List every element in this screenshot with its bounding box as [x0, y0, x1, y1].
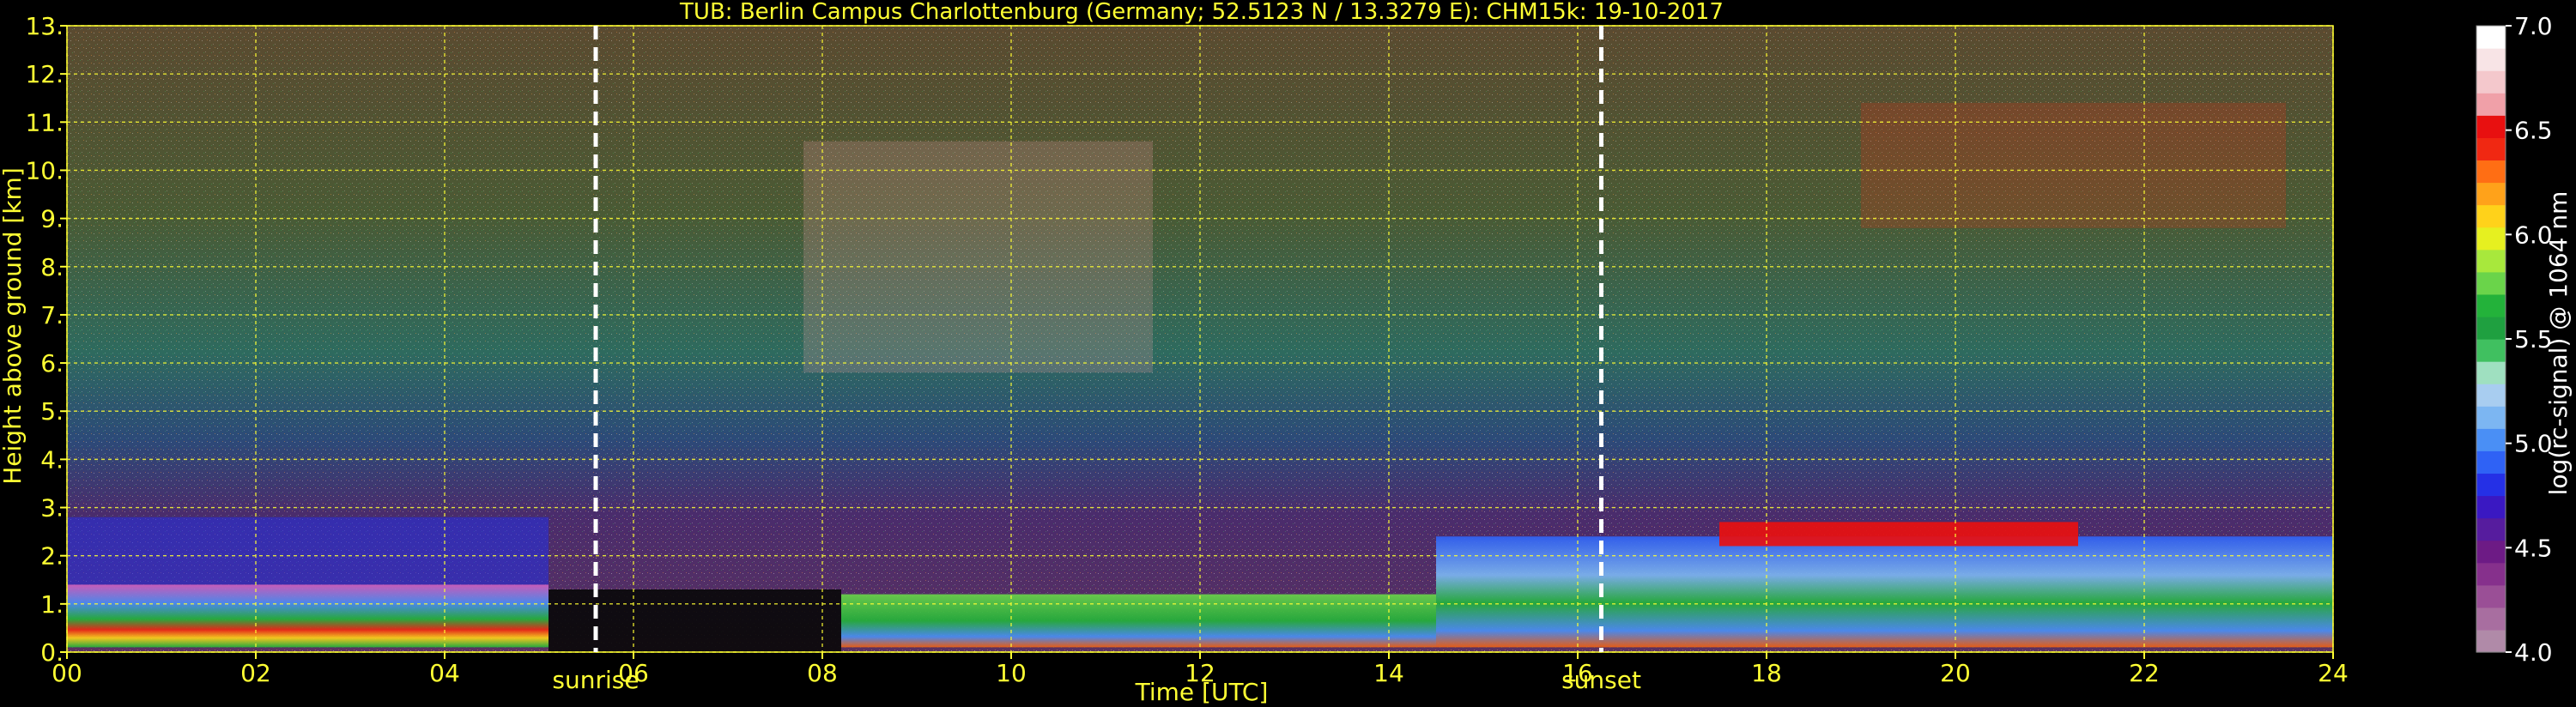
y-tick-label: 12. — [25, 60, 64, 88]
y-tick-labels: 0. 1. 2. 3. 4. 5. 6. 7. 8. 9. 10. 11. 12. 13. — [25, 12, 67, 667]
x-tick-label: 04 — [429, 659, 460, 687]
y-tick-label: 4. — [40, 445, 64, 474]
colorbar-segment — [2476, 93, 2506, 116]
layer-cirrus — [803, 141, 1153, 373]
y-tick-label: 0. — [40, 638, 64, 667]
layer-mixing-layer — [841, 594, 1436, 648]
colorbar-segment — [2476, 629, 2506, 653]
colorbar-tick-label: 7.0 — [2514, 12, 2553, 40]
x-tick-labels: 00 02 04 06 08 10 12 14 16 18 20 22 24 — [52, 652, 2349, 687]
x-tick-label: 02 — [240, 659, 271, 687]
colorbar: 4.04.55.05.56.06.57.0 — [2476, 12, 2553, 667]
x-tick-label: 20 — [1940, 659, 1971, 687]
colorbar-segment — [2476, 182, 2506, 206]
colorbar-segment — [2476, 293, 2506, 317]
colorbar-segment — [2476, 495, 2506, 519]
y-tick-label: 9. — [40, 205, 64, 233]
layer-boundary-layer-aerosol — [67, 584, 549, 648]
y-tick-label: 2. — [40, 542, 64, 571]
colorbar-segment — [2476, 48, 2506, 71]
colorbar-segment — [2476, 562, 2506, 586]
y-tick-label: 6. — [40, 349, 64, 378]
y-tick-label: 11. — [25, 108, 64, 136]
colorbar-segment — [2476, 450, 2506, 474]
colorbar-segment — [2476, 249, 2506, 273]
sunrise-label: sunrise — [552, 666, 639, 694]
colorbar-segment — [2476, 271, 2506, 295]
sunset-label: sunset — [1561, 666, 1641, 694]
lidar-figure: TUB: Berlin Campus Charlottenburg (Germa… — [0, 0, 2573, 706]
colorbar-segment — [2476, 607, 2506, 631]
colorbar-label: log(rc-signal) @ 1064 nm — [2544, 191, 2573, 496]
x-tick-label: 18 — [1751, 659, 1782, 687]
y-axis-label: Height above ground [km] — [0, 167, 27, 485]
x-tick-label: 12 — [1185, 659, 1215, 687]
colorbar-tick-label: 6.5 — [2514, 117, 2553, 145]
colorbar-segment — [2476, 517, 2506, 541]
plot-area — [66, 25, 2334, 653]
chart-title: TUB: Berlin Campus Charlottenburg (Germa… — [679, 0, 1724, 25]
colorbar-tick-label: 4.0 — [2514, 638, 2553, 667]
x-tick-label: 22 — [2129, 659, 2160, 687]
colorbar-segment — [2476, 26, 2506, 49]
colorbar-segment — [2476, 227, 2506, 251]
x-tick-label: 24 — [2318, 659, 2349, 687]
dawn-transition — [549, 589, 841, 652]
colorbar-segment — [2476, 473, 2506, 497]
colorbar-tick-label: 4.5 — [2514, 534, 2553, 562]
x-tick-label: 10 — [996, 659, 1027, 687]
colorbar-segment — [2476, 406, 2506, 429]
colorbar-segment — [2476, 137, 2506, 161]
layer-residual-layer — [67, 517, 549, 585]
x-tick-label: 14 — [1373, 659, 1404, 687]
y-tick-label: 1. — [40, 590, 64, 619]
colorbar-segment — [2476, 204, 2506, 228]
y-tick-label: 7. — [40, 301, 64, 329]
x-tick-label: 08 — [807, 659, 838, 687]
colorbar-segment — [2476, 361, 2506, 384]
layer-low-cloud-tops — [1719, 522, 2078, 547]
y-tick-label: 3. — [40, 494, 64, 523]
colorbar-segment — [2476, 584, 2506, 608]
y-tick-label: 8. — [40, 253, 64, 281]
colorbar-segment — [2476, 428, 2506, 451]
colorbar-segment — [2476, 115, 2506, 138]
colorbar-segment — [2476, 540, 2506, 564]
layer-evening-boundary-layer — [1436, 536, 2333, 648]
y-tick-label: 5. — [40, 397, 64, 426]
y-tick-label: 10. — [25, 156, 64, 184]
colorbar-segment — [2476, 160, 2506, 184]
colorbar-segment — [2476, 316, 2506, 340]
colorbar-segment — [2476, 384, 2506, 407]
y-tick-label: 13. — [25, 12, 64, 40]
colorbar-segment — [2476, 70, 2506, 94]
colorbar-segment — [2476, 339, 2506, 362]
